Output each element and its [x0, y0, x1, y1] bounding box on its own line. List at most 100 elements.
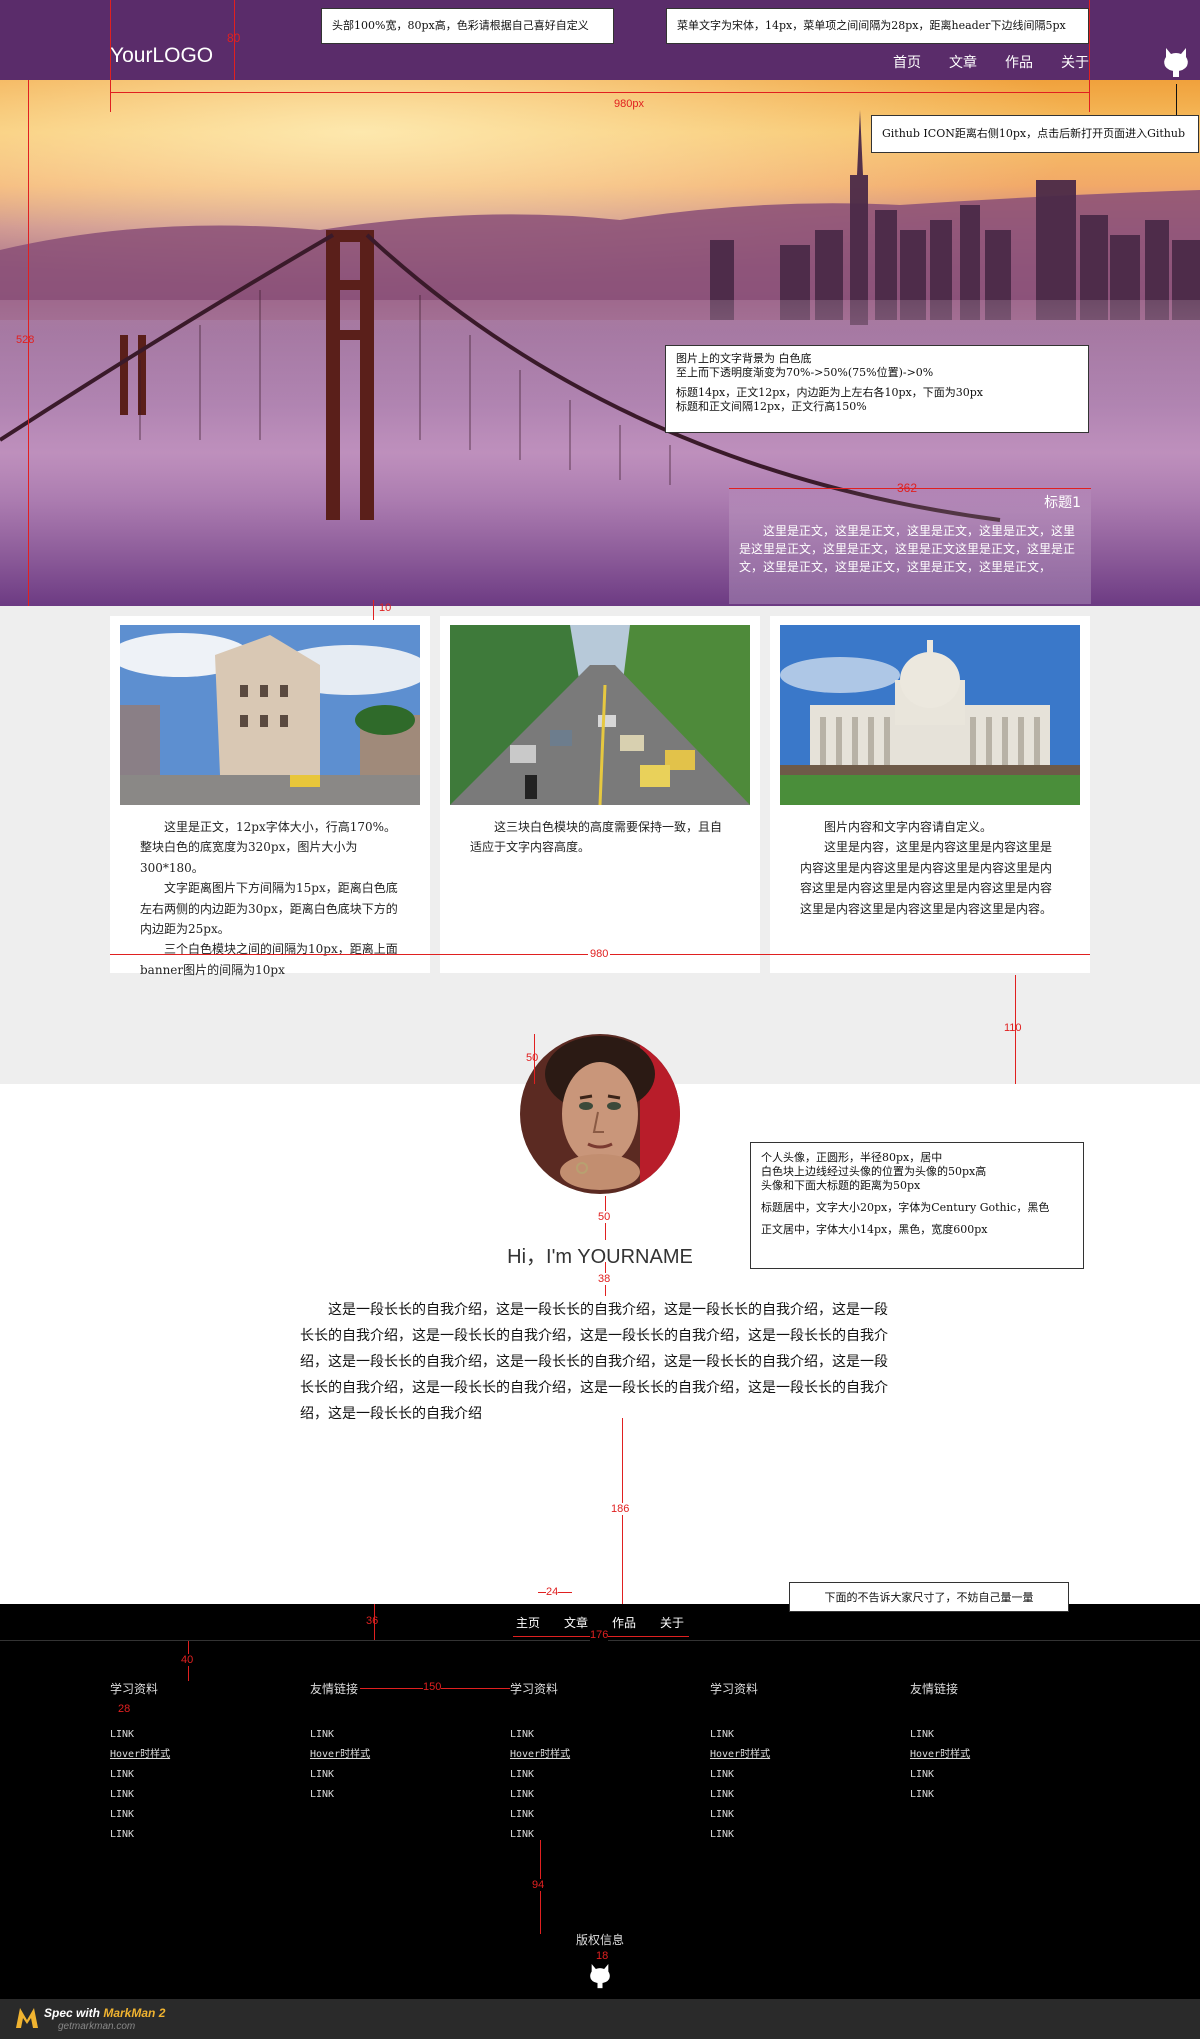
dim-line	[1089, 0, 1090, 112]
footer-link[interactable]: LINK	[710, 1825, 860, 1845]
annotation-menu: 菜单文字为宋体，14px，菜单项之间间隔为28px，距离header下边线间隔5…	[666, 8, 1089, 44]
profile-intro: 这是一段长长的自我介绍，这是一段长长的自我介绍，这是一段长长的自我介绍，这是一段…	[300, 1302, 888, 1422]
annotation-line: 标题居中，文字大小20px，字体为Century Gothic，黑色	[761, 1201, 1050, 1214]
nav-item-articles[interactable]: 文章	[949, 52, 977, 72]
annotation-github: Github ICON距离右侧10px，点击后新打开页面进入Github	[871, 115, 1199, 153]
footer-column-title: 学习资料	[710, 1682, 759, 1696]
dim-label: 528	[16, 334, 35, 346]
card-1-text-2: 文字距离图片下方间隔为15px，距离白色底左右两侧的内边距为30px，距离白色底…	[140, 881, 398, 937]
card-2: 这三块白色模块的高度需要保持一致，且自适应于文字内容高度。	[440, 616, 760, 973]
dim-label: 28	[118, 1703, 131, 1715]
footer-nav-articles[interactable]: 文章	[564, 1614, 588, 1631]
annotation-caption: 图片上的文字背景为 白色底 至上而下透明度渐变为70%->50%(75%位置)-…	[665, 345, 1089, 433]
footer-link[interactable]: LINK	[310, 1725, 460, 1745]
annotation-line: 至上而下透明度渐变为70%->50%(75%位置)->0%	[676, 366, 934, 379]
footer-link[interactable]: LINK	[110, 1825, 260, 1845]
dim-label: 40	[181, 1654, 194, 1666]
footer-column-5: 友情链接 LINK Hover时样式 LINK LINK	[910, 1680, 1060, 1805]
footer-link[interactable]: LINK	[710, 1785, 860, 1805]
footer-link[interactable]: LINK	[910, 1765, 1060, 1785]
footer-nav-home[interactable]: 主页	[516, 1614, 540, 1631]
annotation-line: 白色块上边线经过头像的位置为头像的50px高	[761, 1165, 987, 1178]
dim-line	[373, 600, 374, 620]
dim-label: 150	[423, 1681, 442, 1693]
dim-line	[110, 92, 1090, 93]
footer-link[interactable]: LINK	[910, 1725, 1060, 1745]
logo[interactable]: YourLOGO	[110, 44, 213, 68]
main-nav: 首页 文章 作品 关于	[893, 52, 1089, 72]
card-1-text-1: 这里是正文，12px字体大小，行高170%。整块白色的底宽度为320px，图片大…	[140, 820, 397, 875]
annotation-avatar: 个人头像，正圆形，半径80px，居中 白色块上边线经过头像的位置为头像的50px…	[750, 1142, 1084, 1269]
dim-label: 36	[366, 1615, 379, 1627]
card-3: 图片内容和文字内容请自定义。 这里是内容，这里是内容这里是内容这里是内容这里是内…	[770, 616, 1090, 973]
card-3-text-2: 这里是内容，这里是内容这里是内容这里是内容这里是内容这里是内容这里是内容这里是内…	[800, 840, 1053, 916]
footer-link[interactable]: LINK	[710, 1725, 860, 1745]
nav-item-home[interactable]: 首页	[893, 52, 921, 72]
avatar	[520, 1034, 680, 1194]
footer-link-hover[interactable]: Hover时样式	[910, 1745, 1060, 1765]
dim-label: 176	[590, 1629, 609, 1641]
markman-url: getmarkman.com	[58, 2021, 136, 2032]
annotation-line: 个人头像，正圆形，半径80px，居中	[761, 1151, 943, 1164]
footer-link-hover[interactable]: Hover时样式	[510, 1745, 660, 1765]
footer-link[interactable]: LINK	[110, 1765, 260, 1785]
dim-label: 80	[227, 31, 241, 45]
footer-link-hover[interactable]: Hover时样式	[310, 1745, 460, 1765]
footer-link[interactable]: LINK	[310, 1765, 460, 1785]
github-icon[interactable]	[585, 1959, 615, 1989]
footer-link[interactable]: LINK	[510, 1765, 660, 1785]
footer-column-1: 学习资料 LINK Hover时样式 LINK LINK LINK LINK	[110, 1680, 260, 1845]
markman-brand: MarkMan 2	[103, 2006, 166, 2020]
footer-column-title: 学习资料	[510, 1682, 559, 1696]
footer-link[interactable]: LINK	[510, 1785, 660, 1805]
dim-label: 18	[596, 1950, 609, 1962]
footer-link[interactable]: LINK	[910, 1785, 1060, 1805]
footer-link[interactable]: LINK	[510, 1825, 660, 1845]
footer-link[interactable]: LINK	[710, 1765, 860, 1785]
markman-label-prefix: Spec with	[44, 2006, 104, 2020]
copyright: 版权信息	[575, 1933, 624, 1947]
card-image-1	[120, 625, 420, 805]
dim-label: 186	[611, 1503, 630, 1515]
markman-logo-icon	[16, 2008, 38, 2028]
dim-label: 24	[546, 1586, 559, 1598]
footer-column-title: 友情链接	[910, 1682, 959, 1696]
pointer-line	[1176, 84, 1177, 115]
markman-bar	[0, 1999, 1200, 2039]
footer-link-hover[interactable]: Hover时样式	[710, 1745, 860, 1765]
footer-nav-about[interactable]: 关于	[660, 1614, 684, 1631]
card-2-text-1: 这三块白色模块的高度需要保持一致，且自适应于文字内容高度。	[470, 820, 723, 855]
markman-label: Spec with MarkMan 2	[44, 2006, 165, 2020]
card-image-3	[780, 625, 1080, 805]
annotation-line: 标题14px，正文12px，内边距为上左右各10px，下面为30px	[676, 386, 983, 399]
annotation-line: 正文居中，字体大小14px，黑色，宽度600px	[761, 1223, 988, 1236]
dim-label: 110	[1004, 1022, 1022, 1034]
footer-column-2: 友情链接 LINK Hover时样式 LINK LINK	[310, 1680, 460, 1805]
github-icon[interactable]	[1158, 42, 1194, 78]
dim-label: 362	[897, 481, 918, 495]
card-1: 这里是正文，12px字体大小，行高170%。整块白色的底宽度为320px，图片大…	[110, 616, 430, 977]
footer-link[interactable]: LINK	[310, 1785, 460, 1805]
annotation-line: 图片上的文字背景为 白色底	[676, 352, 812, 365]
annotation-header: 头部100%宽，80px高，色彩请根据自己喜好自定义	[321, 8, 614, 44]
annotation-line: 头像和下面大标题的距离为50px	[761, 1179, 921, 1192]
nav-item-works[interactable]: 作品	[1005, 52, 1033, 72]
footer-column-4: 学习资料 LINK Hover时样式 LINK LINK LINK LINK	[710, 1680, 860, 1845]
card-image-2	[450, 625, 750, 805]
caption-text: 这里是正文，这里是正文，这里是正文，这里是正文，这里是这里是正文，这里是正文，这…	[739, 524, 1076, 574]
footer-column-title: 学习资料	[110, 1682, 159, 1696]
footer-link[interactable]: LINK	[510, 1725, 660, 1745]
footer-link[interactable]: LINK	[110, 1785, 260, 1805]
dim-label: 38	[598, 1273, 611, 1285]
nav-item-about[interactable]: 关于	[1061, 52, 1089, 72]
footer-link-hover[interactable]: Hover时样式	[110, 1745, 260, 1765]
footer-link[interactable]: LINK	[110, 1805, 260, 1825]
card-1-text-3: 三个白色模块之间的间隔为10px，距离上面banner图片的间隔为10px	[140, 942, 398, 977]
footer-link[interactable]: LINK	[710, 1805, 860, 1825]
dim-label: 10	[379, 602, 392, 614]
banner-caption: 标题1 这里是正文，这里是正文，这里是正文，这里是正文，这里是这里是正文，这里是…	[729, 482, 1091, 604]
footer-link[interactable]: LINK	[110, 1725, 260, 1745]
footer-link[interactable]: LINK	[510, 1805, 660, 1825]
dim-label: 980	[588, 948, 611, 960]
footer-nav-works[interactable]: 作品	[612, 1614, 636, 1631]
